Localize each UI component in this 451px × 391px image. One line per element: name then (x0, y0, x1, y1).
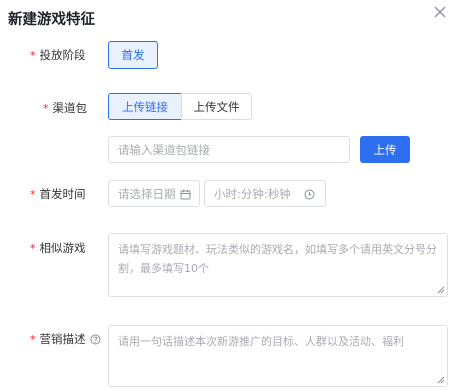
required-asterisk: * (30, 188, 36, 201)
marketing-desc-textarea[interactable]: 请用一句话描述本次新游推广的目标、人群以及活动、福利 (108, 325, 448, 387)
dialog-title: 新建游戏特征 (8, 12, 95, 28)
similar-games-textarea[interactable]: 请填写游戏题材、玩法类似的游戏名，如填写多个请用英文分号分割，最多填写10个 (108, 233, 448, 297)
upload-button[interactable]: 上传 (360, 136, 410, 163)
tab-upload-file[interactable]: 上传文件 (181, 93, 252, 120)
launch-stage-option-first-release[interactable]: 首发 (108, 41, 158, 69)
clock-icon (304, 189, 315, 200)
resize-handle-icon[interactable] (437, 376, 445, 384)
date-picker[interactable]: 请选择日期 (108, 180, 200, 207)
date-placeholder: 请选择日期 (118, 186, 176, 201)
required-asterisk: * (43, 102, 49, 115)
calendar-icon (180, 189, 191, 200)
required-asterisk: * (30, 49, 36, 62)
launch-stage-label: * 投放阶段 (30, 48, 86, 62)
launch-time-label: * 首发时间 (30, 187, 86, 201)
close-icon[interactable] (430, 2, 450, 22)
required-asterisk: * (30, 333, 36, 346)
time-placeholder: 小时:分钟:秒钟 (214, 186, 291, 201)
similar-games-label: * 相似游戏 (30, 241, 86, 255)
required-asterisk: * (30, 242, 36, 255)
resize-handle-icon[interactable] (437, 286, 445, 294)
marketing-desc-placeholder: 请用一句话描述本次新游推广的目标、人群以及活动、福利 (118, 335, 404, 348)
help-circle-icon[interactable] (90, 334, 101, 345)
time-picker[interactable]: 小时:分钟:秒钟 (204, 180, 326, 207)
similar-games-placeholder: 请填写游戏题材、玩法类似的游戏名，如填写多个请用英文分号分割，最多填写10个 (118, 243, 437, 275)
marketing-desc-label: * 营销描述 (30, 331, 101, 347)
tab-upload-link[interactable]: 上传链接 (108, 93, 182, 120)
channel-package-label: * 渠道包 (43, 101, 87, 115)
channel-link-input[interactable]: 请输入渠道包链接 (108, 136, 350, 163)
